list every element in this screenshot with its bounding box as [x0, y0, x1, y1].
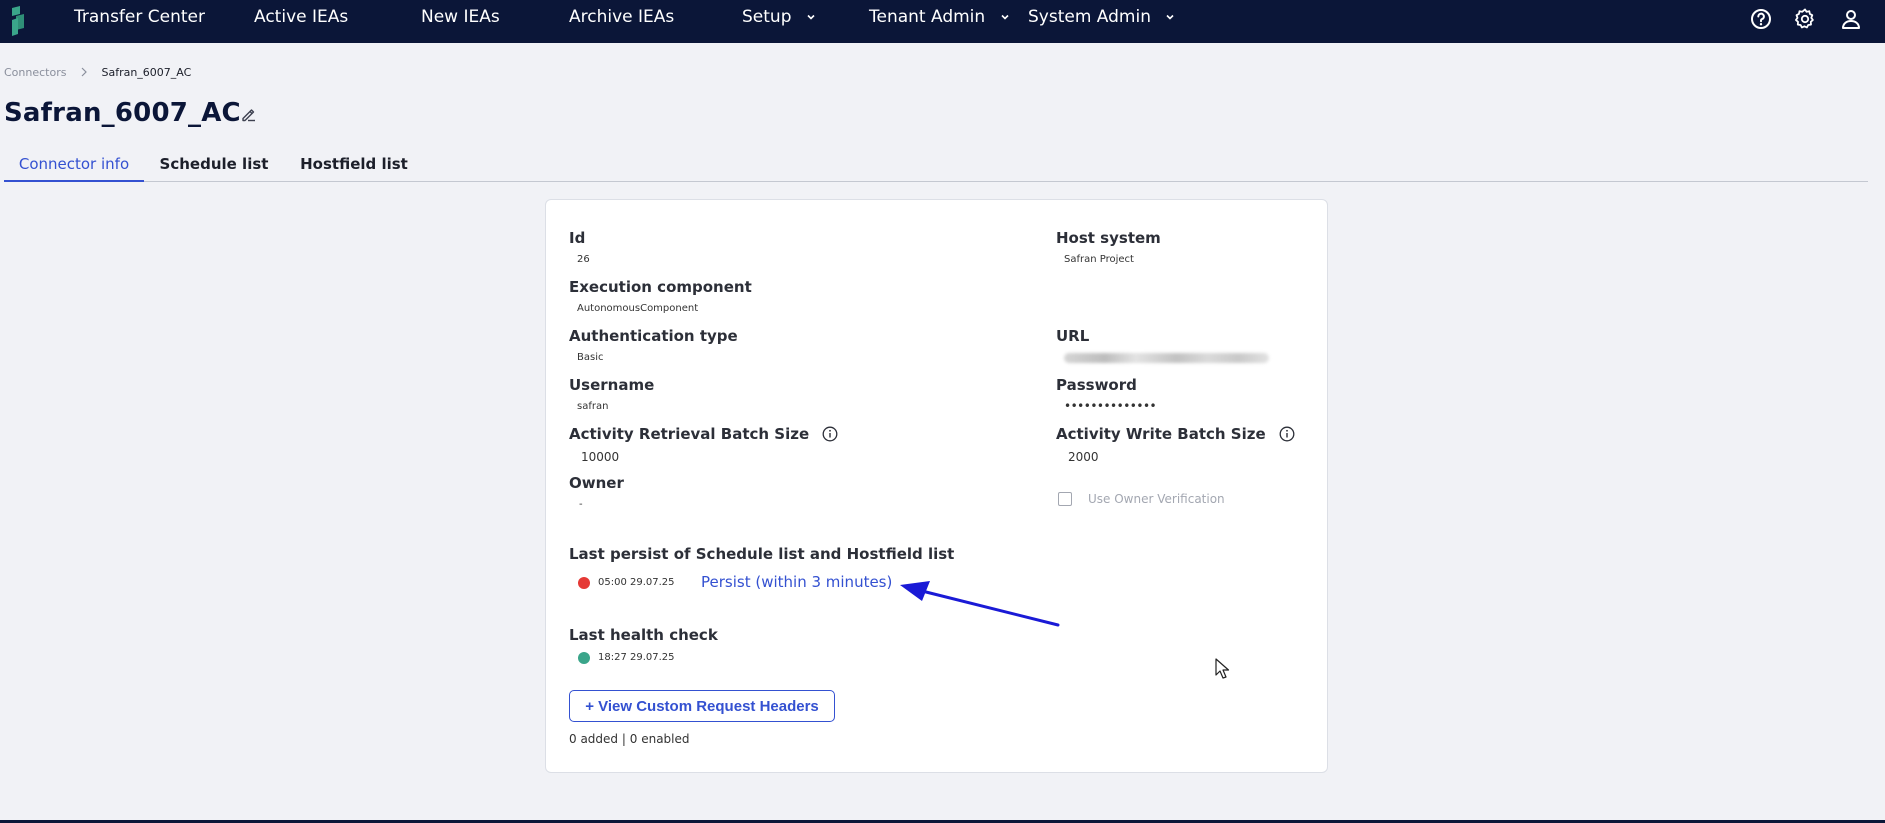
write-batch-size-field: Activity Write Batch Size	[1056, 425, 1295, 443]
nav-tenant-admin-label: Tenant Admin	[869, 7, 986, 27]
authentication-type-label: Authentication type	[569, 327, 738, 345]
user-icon[interactable]	[1839, 7, 1863, 31]
info-icon[interactable]	[822, 426, 838, 442]
username-value: safran	[577, 401, 609, 412]
last-health-check-label: Last health check	[569, 626, 718, 644]
owner-verification-label: Use Owner Verification	[1088, 492, 1225, 506]
nav-system-admin-menu[interactable]: System Admin	[1028, 0, 1176, 34]
retrieval-batch-size-label: Activity Retrieval Batch Size	[569, 425, 810, 443]
edit-pencil-icon[interactable]	[240, 105, 258, 123]
id-value: 26	[577, 254, 590, 265]
id-label: Id	[569, 229, 586, 247]
custom-headers-counts: 0 added | 0 enabled	[569, 732, 690, 746]
page-title: Safran_6007_AC	[4, 98, 241, 128]
annotation-arrow-icon	[900, 581, 1060, 627]
nav-archive-ieas[interactable]: Archive IEAs	[569, 0, 674, 34]
chevron-down-icon	[1001, 14, 1009, 20]
nav-system-admin-label: System Admin	[1028, 7, 1151, 27]
nav-setup-menu[interactable]: Setup	[742, 0, 817, 34]
chevron-right-icon	[81, 67, 87, 77]
last-persist-timestamp: 05:00 29.07.25	[598, 577, 675, 588]
app-logo-icon[interactable]	[8, 6, 28, 36]
write-batch-size-value: 2000	[1068, 450, 1099, 464]
owner-label: Owner	[569, 474, 624, 492]
username-label: Username	[569, 376, 655, 394]
persist-now-link[interactable]: Persist (within 3 minutes)	[701, 573, 892, 591]
password-value: ••••••••••••••	[1064, 399, 1157, 413]
help-icon[interactable]	[1749, 7, 1773, 31]
tab-connector-info[interactable]: Connector info	[4, 155, 144, 181]
tab-hostfield-list[interactable]: Hostfield list	[298, 155, 410, 181]
tabs-divider	[4, 181, 1868, 182]
retrieval-batch-size-field: Activity Retrieval Batch Size	[569, 425, 838, 443]
nav-new-ieas[interactable]: New IEAs	[421, 0, 500, 34]
nav-transfer-center-label: Transfer Center	[74, 7, 205, 27]
write-batch-size-label: Activity Write Batch Size	[1056, 425, 1266, 443]
connector-info-card: Id 26 Host system Safran Project Executi…	[545, 199, 1328, 773]
nav-archive-ieas-label: Archive IEAs	[569, 7, 675, 27]
tab-schedule-list[interactable]: Schedule list	[158, 155, 270, 181]
retrieval-batch-size-value: 10000	[581, 450, 620, 464]
owner-verification-checkbox[interactable]	[1058, 492, 1072, 506]
nav-new-ieas-label: New IEAs	[421, 7, 500, 27]
breadcrumb-current: Safran_6007_AC	[101, 66, 192, 79]
nav-transfer-center[interactable]: Transfer Center	[74, 0, 205, 34]
mouse-pointer-icon	[1215, 658, 1230, 679]
view-custom-request-headers-button[interactable]: + View Custom Request Headers	[569, 690, 835, 722]
active-tab-indicator	[4, 180, 144, 182]
execution-component-label: Execution component	[569, 278, 752, 296]
nav-active-ieas[interactable]: Active IEAs	[254, 0, 348, 34]
owner-value: -	[579, 499, 583, 510]
chevron-down-icon	[1166, 14, 1174, 20]
last-persist-label: Last persist of Schedule list and Hostfi…	[569, 545, 955, 563]
breadcrumb: Connectors Safran_6007_AC	[4, 66, 191, 79]
health-status-dot	[578, 652, 590, 664]
last-health-check-timestamp: 18:27 29.07.25	[598, 652, 675, 663]
nav-tenant-admin-menu[interactable]: Tenant Admin	[869, 0, 1011, 34]
password-label: Password	[1056, 376, 1137, 394]
breadcrumb-connectors-link[interactable]: Connectors	[4, 66, 66, 79]
gear-icon[interactable]	[1793, 7, 1817, 31]
top-navigation-bar: Transfer Center Active IEAs New IEAs Arc…	[0, 0, 1885, 43]
headers-enabled-count: 0 enabled	[629, 732, 690, 746]
url-value-redacted	[1064, 353, 1269, 363]
info-icon[interactable]	[1279, 426, 1295, 442]
host-system-value: Safran Project	[1064, 254, 1134, 265]
host-system-label: Host system	[1056, 229, 1161, 247]
chevron-down-icon	[807, 14, 815, 20]
headers-added-count: 0 added	[569, 732, 619, 746]
execution-component-value: AutonomousComponent	[577, 303, 699, 314]
url-label: URL	[1056, 327, 1090, 345]
nav-active-ieas-label: Active IEAs	[254, 7, 349, 27]
counts-separator: |	[621, 732, 626, 746]
authentication-type-value: Basic	[577, 352, 604, 363]
persist-status-dot	[578, 577, 590, 589]
nav-setup-label: Setup	[742, 7, 792, 27]
